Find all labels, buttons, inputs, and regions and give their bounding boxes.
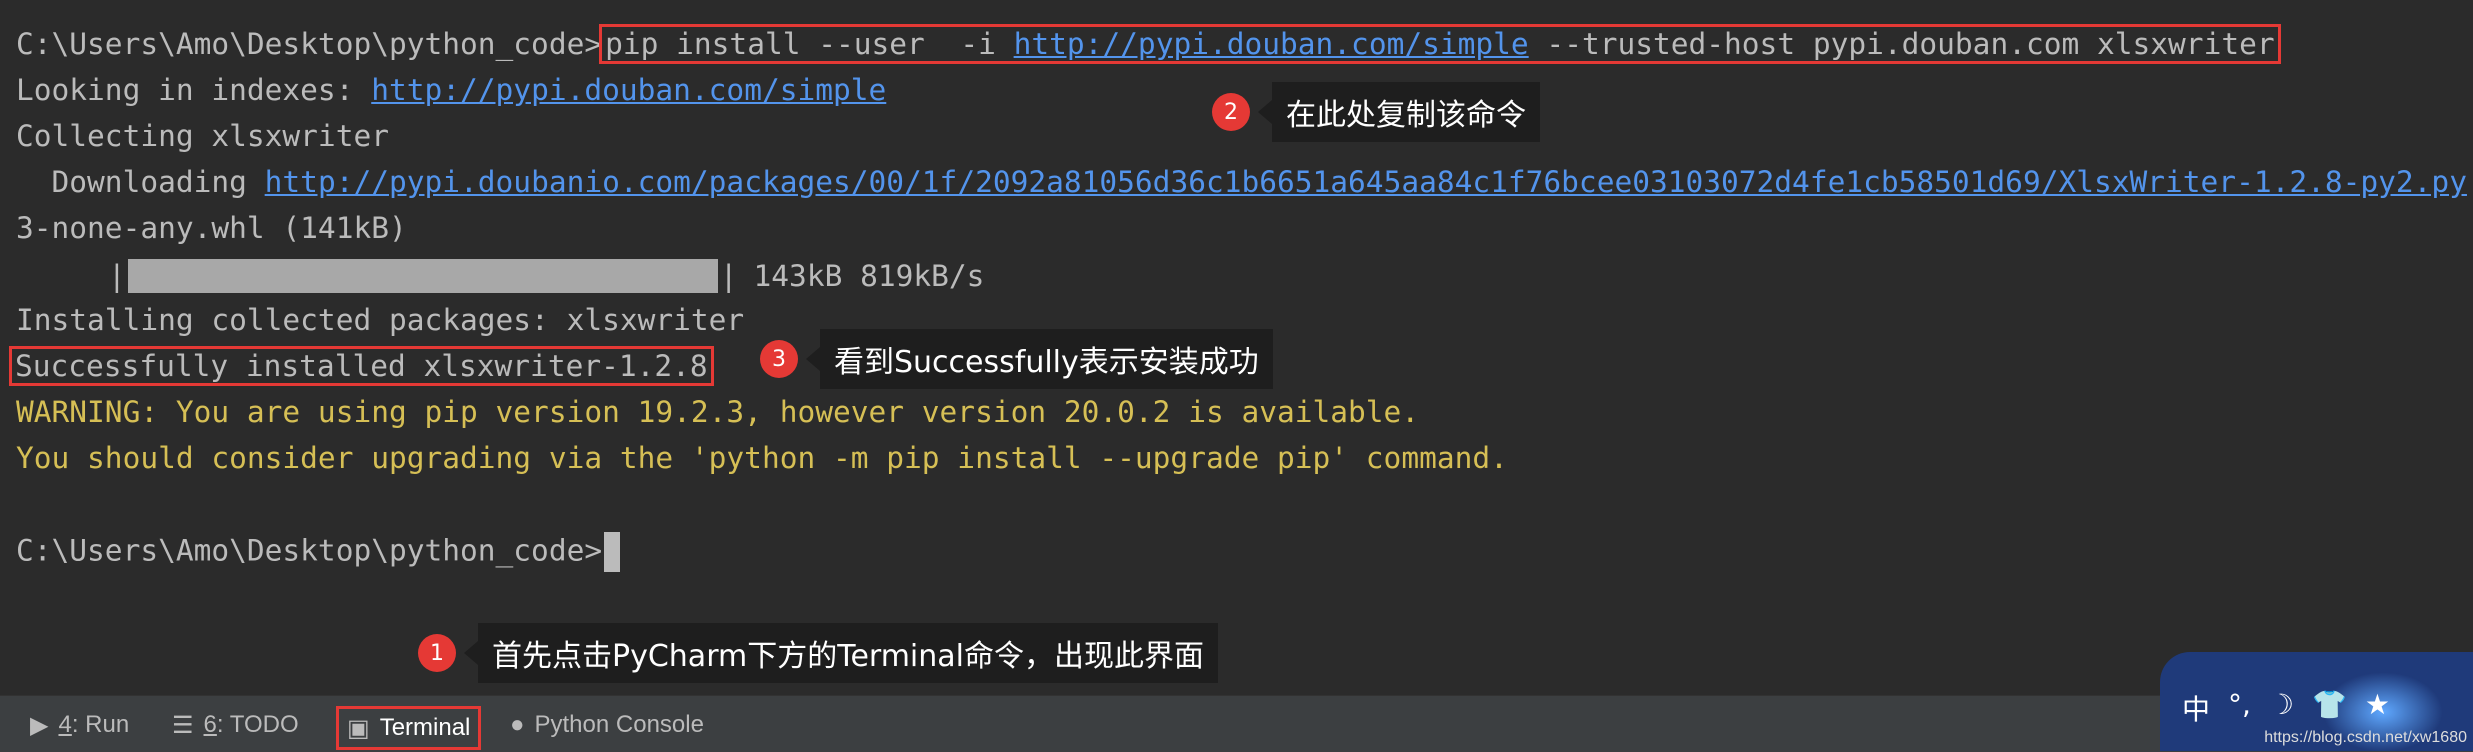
annotation-1: 1 首先点击PyCharm下方的Terminal命令，出现此界面 [418, 623, 1219, 683]
bottom-tool-window-bar: ▶ 4: Run ☰ 6: TODO ▣ Terminal ● Python C… [0, 695, 2473, 752]
pip-command-highlight[interactable]: pip install --user -i http://pypi.douban… [599, 24, 2281, 64]
progress-text: 143kB 819kB/s [753, 259, 985, 293]
run-icon: ▶ [30, 711, 49, 739]
annotation-2-text: 在此处复制该命令 [1272, 82, 1540, 142]
shirt-icon[interactable]: 👕 [2312, 688, 2347, 728]
punctuation-icon[interactable]: °, [2228, 688, 2251, 728]
success-highlight: Successfully installed xlsxwriter-1.2.8 [9, 346, 714, 386]
terminal-tab[interactable]: ▣ Terminal [336, 706, 482, 750]
command-line: C:\Users\Amo\Desktop\python_code> pip ins… [16, 24, 2281, 64]
final-prompt: C:\Users\Amo\Desktop\python_code> [16, 533, 603, 568]
progress-bar-fill [127, 259, 718, 293]
installing-line: Installing collected packages: xlsxwrite… [16, 303, 745, 337]
annotation-2: 2 在此处复制该命令 [1212, 82, 1540, 142]
prompt: C:\Users\Amo\Desktop\python_code> [16, 27, 603, 61]
annotation-1-number: 1 [418, 634, 456, 672]
downloading-line: Downloading http://pypi.doubanio.com/pac… [16, 165, 2467, 199]
chinese-mode-icon[interactable]: 中 [2182, 688, 2210, 728]
warning-line: WARNING: You are using pip version 19.2.… [16, 395, 1420, 429]
final-prompt-line[interactable]: C:\Users\Amo\Desktop\python_code> [16, 532, 621, 572]
annotation-2-number: 2 [1212, 93, 1250, 131]
annotation-3-text: 看到Successfully表示安装成功 [820, 329, 1273, 389]
looking-in-indexes-line: Looking in indexes: http://pypi.douban.c… [16, 73, 887, 107]
looking-url-link[interactable]: http://pypi.douban.com/simple [371, 73, 886, 107]
download-progress: | | 143kB 819kB/s [108, 259, 985, 293]
upgrade-hint-line: You should consider upgrading via the 'p… [16, 441, 1508, 475]
terminal-icon: ▣ [347, 714, 370, 742]
watermark-url: https://blog.csdn.net/xw1680 [2264, 729, 2467, 746]
index-url-link[interactable]: http://pypi.douban.com/simple [1014, 27, 1529, 61]
todo-tab[interactable]: ☰ 6: TODO [172, 706, 299, 744]
python-icon: ● [510, 711, 525, 738]
success-line: Successfully installed xlsxwriter-1.2.8 [9, 346, 714, 386]
moon-icon[interactable]: ☽ [2269, 688, 2294, 728]
annotation-1-text: 首先点击PyCharm下方的Terminal命令，出现此界面 [478, 623, 1219, 683]
ime-toolbar: 中 °, ☽ 👕 ★ [2182, 688, 2390, 728]
progress-bar [127, 259, 718, 293]
download-url-link[interactable]: http://pypi.doubanio.com/packages/00/1f/… [265, 165, 2467, 199]
wheel-size-line: 3-none-any.whl (141kB) [16, 211, 407, 245]
collecting-line: Collecting xlsxwriter [16, 119, 389, 153]
input-method-widget[interactable]: 中 °, ☽ 👕 ★ https://blog.csdn.net/xw1680 [2160, 652, 2473, 751]
text-cursor [604, 532, 621, 572]
run-tab[interactable]: ▶ 4: Run [30, 706, 129, 744]
python-console-tab[interactable]: ● Python Console [510, 706, 704, 744]
star-icon[interactable]: ★ [2365, 688, 2390, 728]
list-icon: ☰ [172, 711, 194, 739]
terminal-panel[interactable]: C:\Users\Amo\Desktop\python_code> pip ins… [0, 0, 2473, 695]
annotation-3-number: 3 [760, 340, 798, 378]
annotation-3: 3 看到Successfully表示安装成功 [760, 329, 1273, 389]
